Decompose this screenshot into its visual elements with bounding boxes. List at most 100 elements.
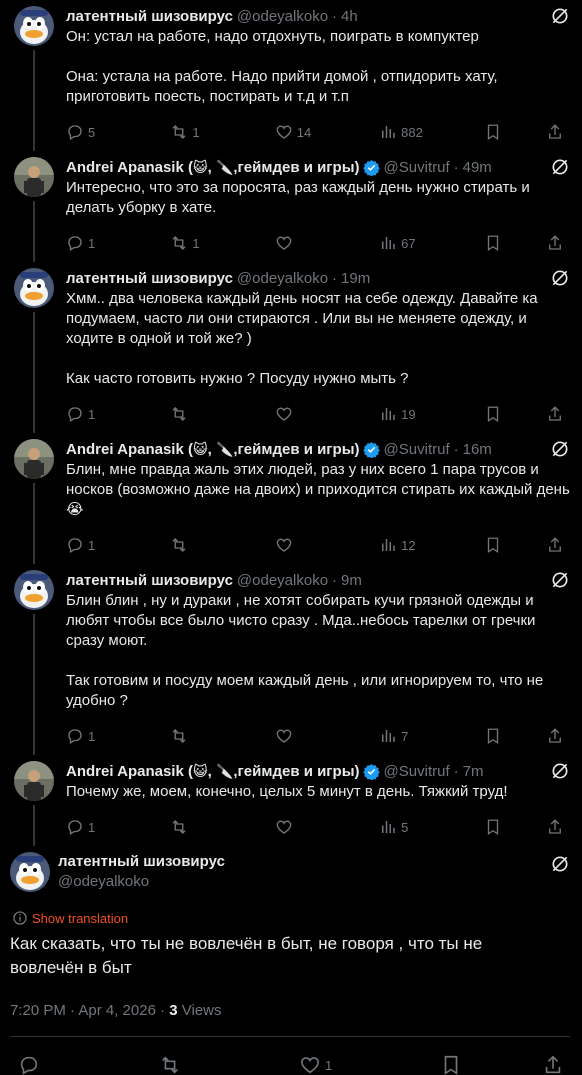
views-button[interactable]: 7 — [379, 727, 439, 745]
reply-tweet[interactable]: Andrei Apanasik (😺, 🔪,геймдев и игры) @S… — [0, 151, 582, 262]
reply-tweet[interactable]: Andrei Apanasik (😺, 🔪,геймдев и игры) @S… — [0, 433, 582, 564]
views-button[interactable]: 67 — [379, 234, 439, 252]
share-button[interactable] — [546, 123, 564, 141]
share-button[interactable] — [546, 727, 564, 745]
avatar[interactable] — [14, 268, 54, 308]
like-button[interactable] — [275, 405, 335, 423]
separator-dot: · — [332, 571, 338, 589]
share-button[interactable] — [546, 818, 564, 836]
author-name[interactable]: латентный шизовирус — [66, 572, 233, 589]
bookmark-button[interactable] — [484, 818, 502, 836]
reply-icon — [68, 236, 82, 251]
timestamp[interactable]: 49m — [463, 159, 492, 176]
timestamp[interactable]: 16m — [463, 441, 492, 458]
views-button[interactable]: 5 — [379, 818, 439, 836]
avatar[interactable] — [14, 157, 54, 197]
author-name[interactable]: Andrei Apanasik (😺, 🔪,геймдев и игры) — [66, 159, 360, 176]
author-handle[interactable]: @odeyalkoko — [237, 572, 328, 589]
grok-icon[interactable] — [550, 439, 570, 459]
like-button[interactable] — [275, 727, 335, 745]
share-button[interactable] — [546, 234, 564, 252]
grok-icon[interactable] — [550, 268, 570, 288]
share-button[interactable] — [546, 536, 564, 554]
timestamp[interactable]: 4h — [341, 8, 358, 25]
grok-icon[interactable] — [550, 157, 570, 177]
like-button[interactable] — [275, 536, 335, 554]
conversation-thread: латентный шизовирус @odeyalkoko · 4h Он:… — [0, 0, 582, 846]
repost-button[interactable] — [170, 405, 230, 423]
views-button[interactable]: 19 — [379, 405, 439, 423]
grok-icon[interactable] — [550, 570, 570, 590]
author-name[interactable]: латентный шизовирус — [66, 8, 233, 25]
repost-button[interactable] — [170, 818, 230, 836]
grok-icon[interactable] — [550, 854, 570, 874]
share-button[interactable] — [542, 1054, 564, 1075]
avatar[interactable] — [14, 6, 54, 46]
avatar[interactable] — [14, 570, 54, 610]
separator-dot: · — [332, 269, 338, 287]
views-button[interactable]: 882 — [379, 123, 439, 141]
reply-count: 1 — [88, 235, 96, 251]
author-name[interactable]: латентный шизовирус — [58, 852, 225, 872]
grok-icon[interactable] — [550, 6, 570, 26]
repost-button[interactable] — [170, 727, 230, 745]
author-name[interactable]: Andrei Apanasik (😺, 🔪,геймдев и игры) — [66, 763, 360, 780]
author-name[interactable]: Andrei Apanasik (😺, 🔪,геймдев и игры) — [66, 441, 360, 458]
reply-button[interactable]: 1 — [66, 818, 126, 836]
reply-button[interactable]: 1 — [66, 536, 126, 554]
timestamp[interactable]: 7m — [463, 763, 484, 780]
translate-icon — [13, 911, 27, 925]
author-handle[interactable]: @Suvitruf — [384, 159, 450, 176]
like-button[interactable]: 14 — [275, 123, 335, 141]
avatar[interactable] — [14, 439, 54, 479]
actions-bar: 1 5 — [66, 808, 570, 846]
views-button[interactable]: 12 — [379, 536, 439, 554]
bookmark-button[interactable] — [484, 727, 502, 745]
like-button[interactable] — [275, 234, 335, 252]
show-translation-label[interactable]: Show translation — [32, 911, 128, 926]
repost-button[interactable]: 1 — [170, 234, 230, 252]
bookmark-icon — [487, 235, 498, 252]
reply-button[interactable]: 1 — [66, 727, 126, 745]
author-handle[interactable]: @Suvitruf — [384, 441, 450, 458]
share-icon — [549, 124, 561, 139]
reply-count: 1 — [88, 819, 96, 835]
reply-button[interactable]: 1 — [66, 234, 126, 252]
author-handle[interactable]: @odeyalkoko — [237, 8, 328, 25]
like-button[interactable] — [275, 818, 335, 836]
avatar[interactable] — [10, 852, 50, 892]
heart-icon — [276, 407, 292, 421]
author-handle[interactable]: @Suvitruf — [384, 763, 450, 780]
share-button[interactable] — [546, 405, 564, 423]
avatar[interactable] — [14, 761, 54, 801]
repost-button[interactable]: 1 — [170, 123, 230, 141]
author-handle[interactable]: @odeyalkoko — [237, 270, 328, 287]
bookmark-button[interactable] — [440, 1054, 462, 1075]
show-translation-link[interactable]: Show translation — [10, 910, 570, 926]
bookmark-button[interactable] — [484, 234, 502, 252]
repost-button[interactable] — [159, 1054, 219, 1075]
author-handle[interactable]: @odeyalkoko — [58, 872, 225, 892]
repost-button[interactable] — [170, 536, 230, 554]
reply-button[interactable]: 5 — [66, 123, 126, 141]
bookmark-button[interactable] — [484, 123, 502, 141]
bookmark-button[interactable] — [484, 405, 502, 423]
timestamp[interactable]: 19m — [341, 270, 370, 287]
verified-badge-icon — [362, 159, 380, 176]
grok-icon[interactable] — [550, 761, 570, 781]
reply-tweet[interactable]: латентный шизовирус @odeyalkoko · 9m Бли… — [0, 564, 582, 755]
reply-tweet[interactable]: Andrei Apanasik (😺, 🔪,геймдев и игры) @S… — [0, 755, 582, 846]
timestamp[interactable]: 7:20 PM · Apr 4, 2026 · — [10, 1002, 169, 1019]
author-name[interactable]: латентный шизовирус — [66, 270, 233, 287]
bookmark-button[interactable] — [484, 536, 502, 554]
repost-count: 1 — [192, 124, 200, 140]
like-button[interactable]: 1 — [299, 1054, 359, 1075]
timestamp[interactable]: 9m — [341, 572, 362, 589]
reply-tweet[interactable]: латентный шизовирус @odeyalkoko · 4h Он:… — [0, 0, 582, 151]
reply-button[interactable]: 1 — [66, 405, 126, 423]
reply-button[interactable] — [18, 1054, 78, 1075]
reply-tweet[interactable]: латентный шизовирус @odeyalkoko · 19m Хм… — [0, 262, 582, 433]
views-icon — [382, 730, 395, 742]
thread-connector — [33, 201, 35, 262]
reply-count: 5 — [88, 124, 96, 140]
